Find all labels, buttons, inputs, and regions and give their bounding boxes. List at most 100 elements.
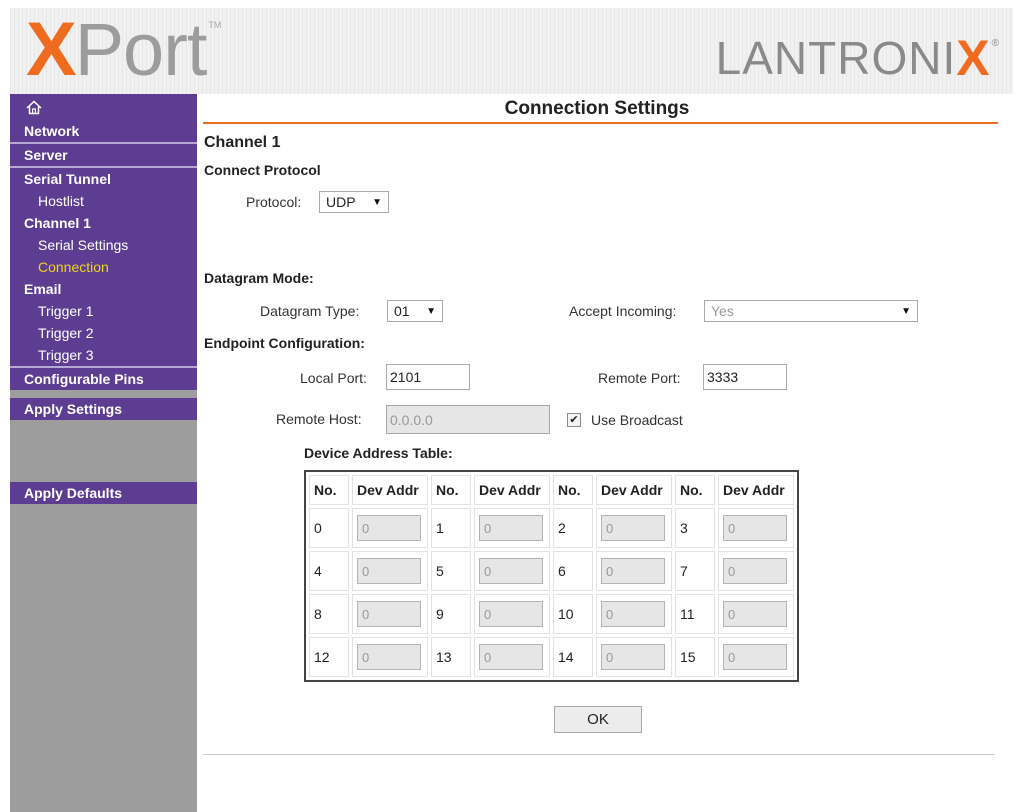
device-address-input[interactable]: 0 (479, 601, 543, 627)
device-address-input[interactable]: 0 (601, 515, 665, 541)
accept-incoming-label: Accept Incoming: (569, 303, 677, 319)
dropdown-arrow-icon: ▼ (901, 305, 911, 317)
sidebar-item-configurable-pins[interactable]: Configurable Pins (10, 368, 197, 390)
device-address-input[interactable]: 0 (479, 515, 543, 541)
xport-logo-text: Port (74, 8, 208, 91)
remote-port-label: Remote Port: (598, 370, 681, 386)
local-port-input[interactable]: 2101 (386, 364, 470, 390)
local-port-label: Local Port: (300, 370, 367, 386)
page-title: Connection Settings (504, 98, 690, 119)
remote-host-input[interactable]: 0.0.0.0 (386, 405, 550, 434)
device-number: 0 (309, 508, 349, 548)
sidebar-item-trigger-2[interactable]: Trigger 2 (10, 322, 197, 344)
sidebar: Network Server Serial Tunnel Hostlist Ch… (10, 94, 197, 812)
device-address-input[interactable]: 0 (723, 515, 787, 541)
datagram-type-value: 01 (394, 303, 410, 319)
column-header-dev-addr: Dev Addr (718, 475, 794, 505)
column-header-dev-addr: Dev Addr (352, 475, 428, 505)
sidebar-item-channel-1[interactable]: Channel 1 (10, 212, 197, 234)
use-broadcast-label: Use Broadcast (591, 412, 683, 428)
sidebar-item-trigger-3[interactable]: Trigger 3 (10, 344, 197, 366)
sidebar-menu: Network Server Serial Tunnel Hostlist Ch… (10, 94, 197, 390)
device-address-input[interactable]: 0 (723, 558, 787, 584)
device-number: 15 (675, 637, 715, 677)
column-header-no: No. (675, 475, 715, 505)
apply-defaults-button[interactable]: Apply Defaults (10, 482, 197, 504)
device-address-input[interactable]: 0 (357, 515, 421, 541)
column-header-no: No. (553, 475, 593, 505)
table-row: 0 0 1 0 2 0 3 0 (309, 508, 794, 548)
lantronix-logo-x: X (956, 30, 990, 86)
endpoint-config-heading: Endpoint Configuration: (204, 335, 365, 351)
device-number: 6 (553, 551, 593, 591)
device-address-input[interactable]: 0 (601, 558, 665, 584)
device-number: 11 (675, 594, 715, 634)
title-divider (203, 122, 998, 124)
home-link[interactable] (10, 94, 197, 120)
home-icon[interactable] (26, 99, 42, 115)
protocol-label: Protocol: (246, 194, 302, 210)
table-row: 12 0 13 0 14 0 15 0 (309, 637, 794, 677)
accept-incoming-value: Yes (711, 303, 734, 319)
device-address-input[interactable]: 0 (479, 558, 543, 584)
sidebar-item-connection[interactable]: Connection (10, 256, 197, 278)
sidebar-item-serial-settings[interactable]: Serial Settings (10, 234, 197, 256)
device-number: 9 (431, 594, 471, 634)
xport-logo-x: X (26, 7, 77, 92)
apply-settings-button[interactable]: Apply Settings (10, 398, 197, 420)
lantronix-logo: LANTRONI X ® (716, 30, 999, 86)
protocol-value: UDP (326, 194, 356, 210)
device-address-input[interactable]: 0 (357, 644, 421, 670)
datagram-type-label: Datagram Type: (260, 303, 360, 319)
column-header-no: No. (431, 475, 471, 505)
remote-port-input[interactable]: 3333 (703, 364, 787, 390)
device-number: 7 (675, 551, 715, 591)
device-address-table-title: Device Address Table: (304, 445, 453, 461)
ok-button[interactable]: OK (554, 706, 642, 733)
sidebar-item-trigger-1[interactable]: Trigger 1 (10, 300, 197, 322)
accept-incoming-select[interactable]: Yes ▼ (704, 300, 918, 322)
device-address-input[interactable]: 0 (723, 601, 787, 627)
device-number: 8 (309, 594, 349, 634)
column-header-dev-addr: Dev Addr (596, 475, 672, 505)
main-content: Connection Settings Channel 1 Connect Pr… (197, 94, 1024, 812)
device-address-input[interactable]: 0 (601, 644, 665, 670)
dropdown-arrow-icon: ▼ (426, 305, 436, 317)
column-header-no: No. (309, 475, 349, 505)
device-number: 12 (309, 637, 349, 677)
remote-host-label: Remote Host: (276, 411, 362, 427)
device-address-input[interactable]: 0 (357, 601, 421, 627)
protocol-select[interactable]: UDP ▼ (319, 191, 389, 213)
sidebar-item-server[interactable]: Server (10, 144, 197, 166)
device-address-input[interactable]: 0 (601, 601, 665, 627)
sidebar-item-hostlist[interactable]: Hostlist (10, 190, 197, 212)
device-number: 10 (553, 594, 593, 634)
channel-heading: Channel 1 (204, 134, 281, 151)
bottom-divider (203, 754, 995, 755)
xport-logo: X Port TM (26, 10, 221, 90)
device-address-table: No. Dev Addr No. Dev Addr No. Dev Addr N… (304, 470, 799, 682)
device-number: 13 (431, 637, 471, 677)
column-header-dev-addr: Dev Addr (474, 475, 550, 505)
datagram-type-select[interactable]: 01 ▼ (387, 300, 443, 322)
use-broadcast-checkbox[interactable]: ✔ (567, 413, 581, 427)
device-address-input[interactable]: 0 (479, 644, 543, 670)
device-number: 5 (431, 551, 471, 591)
dropdown-arrow-icon: ▼ (372, 196, 382, 208)
device-number: 1 (431, 508, 471, 548)
device-address-input[interactable]: 0 (357, 558, 421, 584)
sidebar-item-email[interactable]: Email (10, 278, 197, 300)
table-row: 4 0 5 0 6 0 7 0 (309, 551, 794, 591)
sidebar-item-network[interactable]: Network (10, 120, 197, 142)
lantronix-logo-text: LANTRONI (715, 32, 957, 84)
device-address-input[interactable]: 0 (723, 644, 787, 670)
connect-protocol-heading: Connect Protocol (204, 162, 321, 178)
device-number: 4 (309, 551, 349, 591)
lantronix-logo-reg: ® (991, 38, 999, 49)
checkmark-icon: ✔ (569, 413, 579, 426)
sidebar-item-serial-tunnel[interactable]: Serial Tunnel (10, 168, 197, 190)
device-number: 3 (675, 508, 715, 548)
xport-logo-tm: TM (208, 20, 222, 30)
